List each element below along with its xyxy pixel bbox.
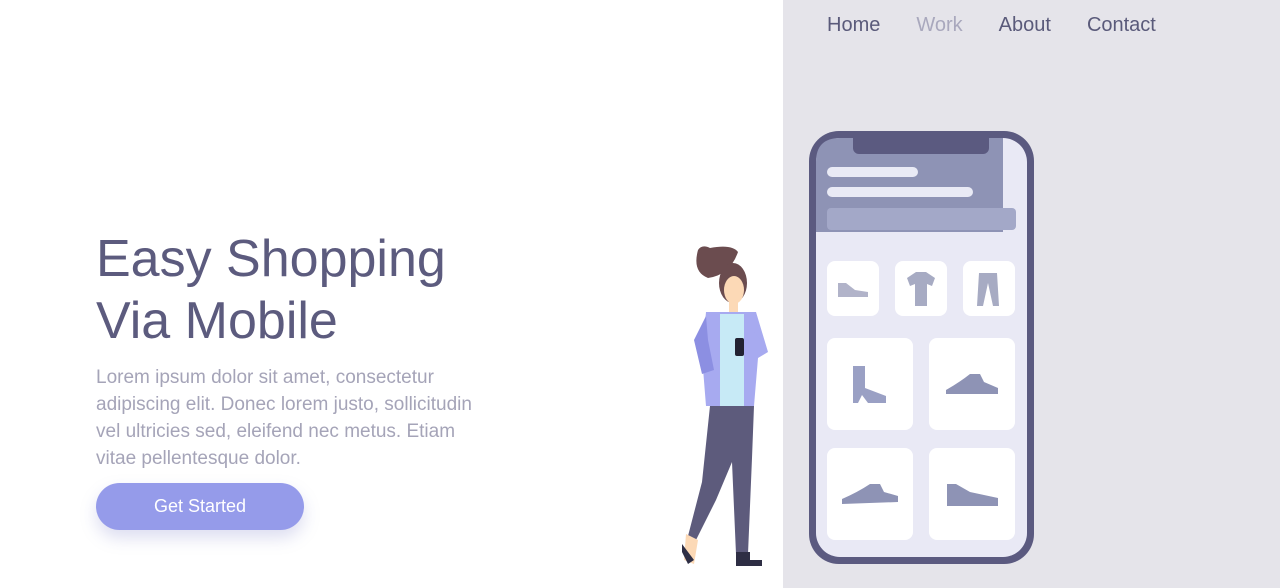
hero-title: Easy Shopping Via Mobile <box>96 228 616 352</box>
hero-title-line-2: Via Mobile <box>96 292 338 350</box>
main-nav: Home Work About Contact <box>827 12 1156 38</box>
nav-work[interactable]: Work <box>916 12 962 38</box>
hero-title-line-1: Easy Shopping <box>96 230 446 288</box>
get-started-button[interactable]: Get Started <box>96 483 304 530</box>
hero-description: Lorem ipsum dolor sit amet, consectetur … <box>96 367 472 469</box>
sneaker-icon <box>929 448 1015 540</box>
boot-icon <box>827 338 913 430</box>
smartphone-icon <box>809 131 1034 564</box>
nav-contact[interactable]: Contact <box>1087 12 1156 38</box>
tshirt-icon <box>895 261 947 316</box>
sneaker-icon <box>827 448 913 540</box>
nav-about[interactable]: About <box>999 12 1051 38</box>
pants-icon <box>963 261 1015 316</box>
sneaker-icon <box>929 338 1015 430</box>
woman-with-phone-icon <box>682 246 768 566</box>
shopping-illustration <box>682 131 1034 566</box>
sneaker-icon <box>827 261 879 316</box>
nav-home[interactable]: Home <box>827 12 880 38</box>
